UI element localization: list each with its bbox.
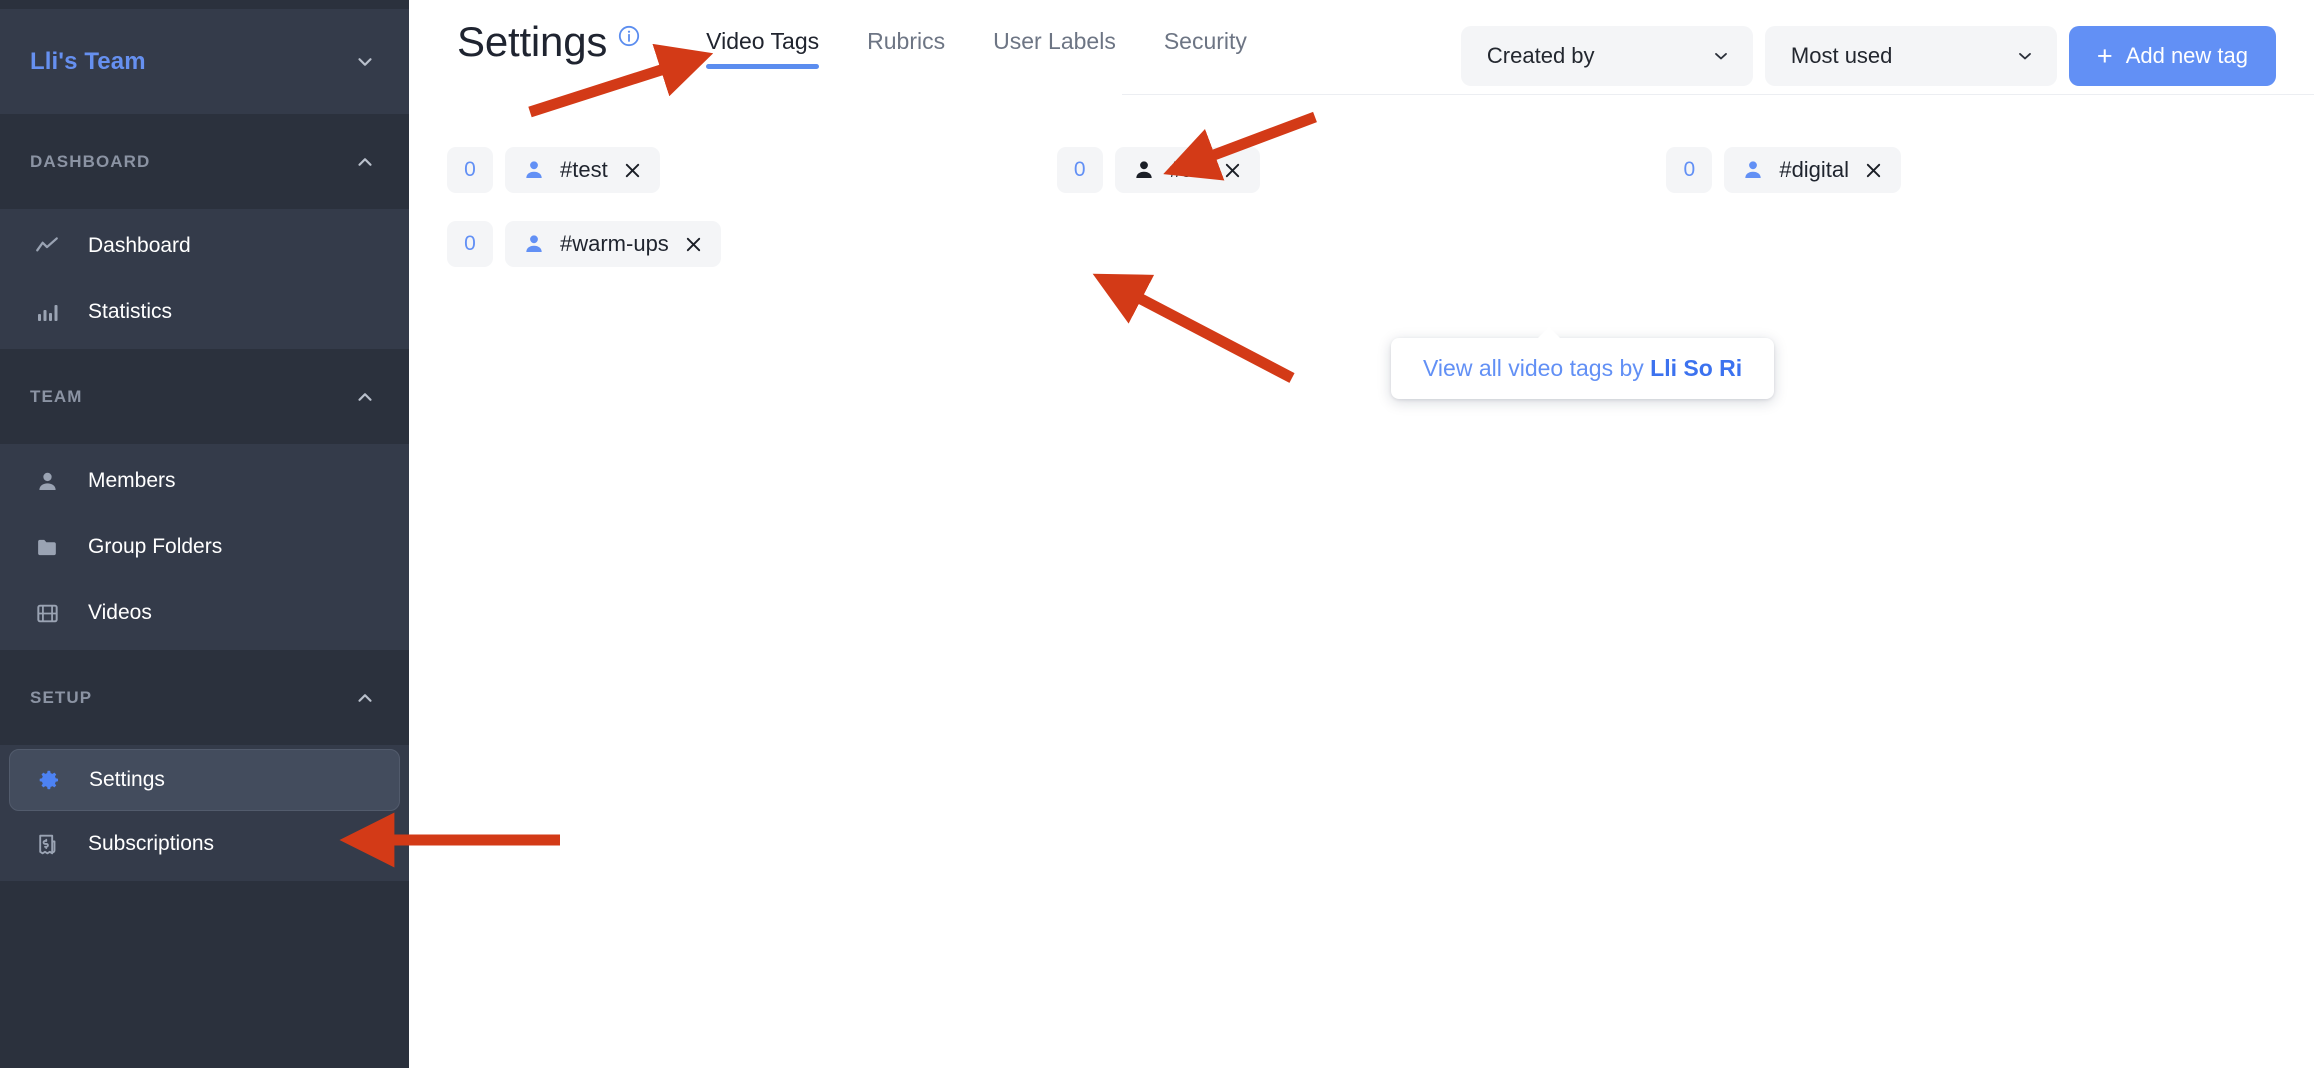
sidebar-section-label: TEAM <box>30 387 83 407</box>
sidebar-group-team: Members Group Folders Videos <box>0 444 409 650</box>
sidebar-group-dashboard: Dashboard Statistics <box>0 209 409 349</box>
tag-row: 0 #test <box>447 147 1057 193</box>
sidebar-item-label: Videos <box>88 601 152 625</box>
person-icon[interactable] <box>1741 158 1765 182</box>
tab-rubrics[interactable]: Rubrics <box>867 28 945 69</box>
title-group: Settings <box>409 18 641 65</box>
chevron-down-icon <box>2015 46 2035 66</box>
sort-select-value: Most used <box>1791 43 1893 69</box>
add-new-tag-label: Add new tag <box>2126 43 2248 69</box>
sidebar-section-dashboard[interactable]: DASHBOARD <box>0 114 409 209</box>
close-icon[interactable] <box>1863 160 1884 181</box>
team-name: Lli's Team <box>30 48 146 76</box>
tag-chip-warm-ups[interactable]: #warm-ups <box>505 221 721 267</box>
film-icon <box>30 596 64 630</box>
close-icon[interactable] <box>622 160 643 181</box>
created-by-select[interactable]: Created by <box>1461 26 1753 86</box>
sidebar-item-label: Dashboard <box>88 234 191 258</box>
settings-tabs: Video Tags Rubrics User Labels Security <box>706 18 1295 69</box>
chevron-down-icon <box>1711 46 1731 66</box>
tag-owner-tooltip[interactable]: View all video tags by Lli So Ri <box>1391 338 1774 399</box>
app-root: Lli's Team DASHBOARD Dashboard <box>0 0 2314 1068</box>
tag-grid: 0 #test 0 <box>447 147 2276 267</box>
sidebar-top-strip <box>0 0 409 9</box>
person-icon[interactable] <box>522 232 546 256</box>
close-icon[interactable] <box>1222 160 1243 181</box>
person-icon[interactable] <box>1132 158 1156 182</box>
sidebar-item-group-folders[interactable]: Group Folders <box>0 514 409 580</box>
tag-label: #digital <box>1779 157 1849 183</box>
sidebar-item-members[interactable]: Members <box>0 448 409 514</box>
tag-row: 0 #art <box>1057 147 1667 193</box>
tag-usage-count: 0 <box>1057 147 1103 193</box>
page-header: Settings Video Tags Rubrics User Labels … <box>409 0 2314 110</box>
sidebar-item-statistics[interactable]: Statistics <box>0 279 409 345</box>
tag-usage-count: 0 <box>447 221 493 267</box>
tag-chip-art[interactable]: #art <box>1115 147 1260 193</box>
sidebar-bottom-filler <box>0 881 409 991</box>
chevron-up-icon[interactable] <box>354 687 376 709</box>
add-new-tag-button[interactable]: + Add new tag <box>2069 26 2276 86</box>
receipt-dollar-icon <box>30 827 64 861</box>
chevron-up-icon[interactable] <box>354 151 376 173</box>
tag-row: 0 #digital <box>1666 147 2276 193</box>
sidebar-item-label: Statistics <box>88 300 172 324</box>
sidebar: Lli's Team DASHBOARD Dashboard <box>0 0 409 1068</box>
sidebar-section-label: SETUP <box>30 688 92 708</box>
chevron-down-icon[interactable] <box>354 51 376 73</box>
person-icon <box>30 464 64 498</box>
tooltip-user-name: Lli So Ri <box>1650 355 1742 381</box>
person-icon[interactable] <box>522 158 546 182</box>
sidebar-item-label: Settings <box>89 768 165 792</box>
sort-select[interactable]: Most used <box>1765 26 2057 86</box>
tag-row: 0 #warm-ups <box>447 221 1057 267</box>
sidebar-section-team[interactable]: TEAM <box>0 349 409 444</box>
sidebar-item-subscriptions[interactable]: Subscriptions <box>0 811 409 877</box>
tooltip-prefix: View all video tags by <box>1423 355 1650 381</box>
tab-user-labels[interactable]: User Labels <box>993 28 1116 69</box>
sidebar-item-label: Members <box>88 469 176 493</box>
sidebar-section-label: DASHBOARD <box>30 152 150 172</box>
sidebar-item-settings[interactable]: Settings <box>9 749 400 811</box>
tab-security[interactable]: Security <box>1164 28 1247 69</box>
tag-usage-count: 0 <box>447 147 493 193</box>
sidebar-group-setup: Settings Subscriptions <box>0 745 409 881</box>
tag-label: #test <box>560 157 608 183</box>
sidebar-item-label: Group Folders <box>88 535 222 559</box>
tab-video-tags[interactable]: Video Tags <box>706 28 819 69</box>
chevron-up-icon[interactable] <box>354 386 376 408</box>
page-title: Settings <box>457 18 607 65</box>
created-by-select-value: Created by <box>1487 43 1595 69</box>
team-switcher[interactable]: Lli's Team <box>0 9 409 114</box>
sidebar-item-dashboard[interactable]: Dashboard <box>0 213 409 279</box>
tabs-divider <box>1122 94 2314 95</box>
tag-chip-test[interactable]: #test <box>505 147 660 193</box>
sidebar-item-videos[interactable]: Videos <box>0 580 409 646</box>
gear-icon <box>31 763 65 797</box>
close-icon[interactable] <box>683 234 704 255</box>
plus-icon: + <box>2097 43 2113 70</box>
tags-toolbar: Created by Most used + Add new tag <box>1461 26 2276 86</box>
bar-chart-icon <box>30 295 64 329</box>
video-tags-panel: 0 #test 0 <box>409 110 2314 267</box>
info-circle-icon[interactable] <box>617 24 641 48</box>
sidebar-item-label: Subscriptions <box>88 832 214 856</box>
tag-label: #warm-ups <box>560 231 669 257</box>
tag-label: #art <box>1170 157 1208 183</box>
main-content: Settings Video Tags Rubrics User Labels … <box>409 0 2314 1068</box>
folder-icon <box>30 530 64 564</box>
tag-chip-digital[interactable]: #digital <box>1724 147 1901 193</box>
line-chart-icon <box>30 229 64 263</box>
sidebar-section-setup[interactable]: SETUP <box>0 650 409 745</box>
tag-usage-count: 0 <box>1666 147 1712 193</box>
